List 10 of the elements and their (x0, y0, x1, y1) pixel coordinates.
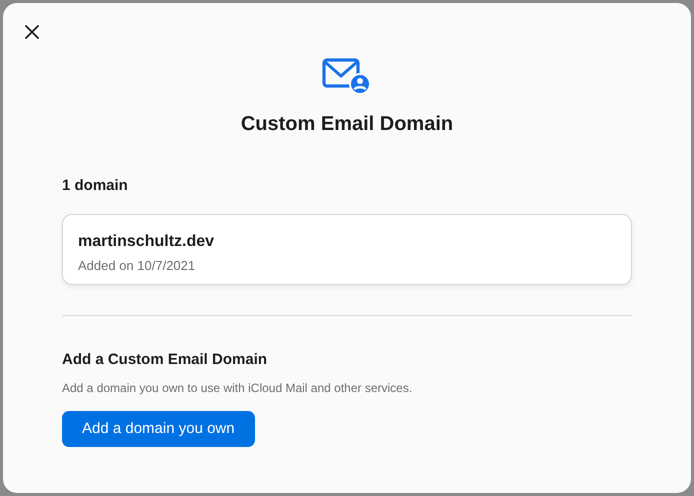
add-section-heading: Add a Custom Email Domain (62, 350, 268, 370)
domain-card[interactable]: martinschultz.dev Added on 10/7/2021 (62, 214, 632, 284)
close-button[interactable] (22, 22, 42, 42)
add-domain-button[interactable]: Add a domain you own (62, 411, 255, 447)
add-section-description: Add a domain you own to use with iCloud Mail and other services. (62, 380, 414, 397)
dialog-title: Custom Email Domain (240, 112, 454, 137)
domain-name: martinschultz.dev (78, 232, 216, 252)
domain-count: 1 domain (62, 176, 129, 196)
envelope-person-icon (322, 57, 372, 95)
domain-added-date: Added on 10/7/2021 (78, 256, 196, 274)
